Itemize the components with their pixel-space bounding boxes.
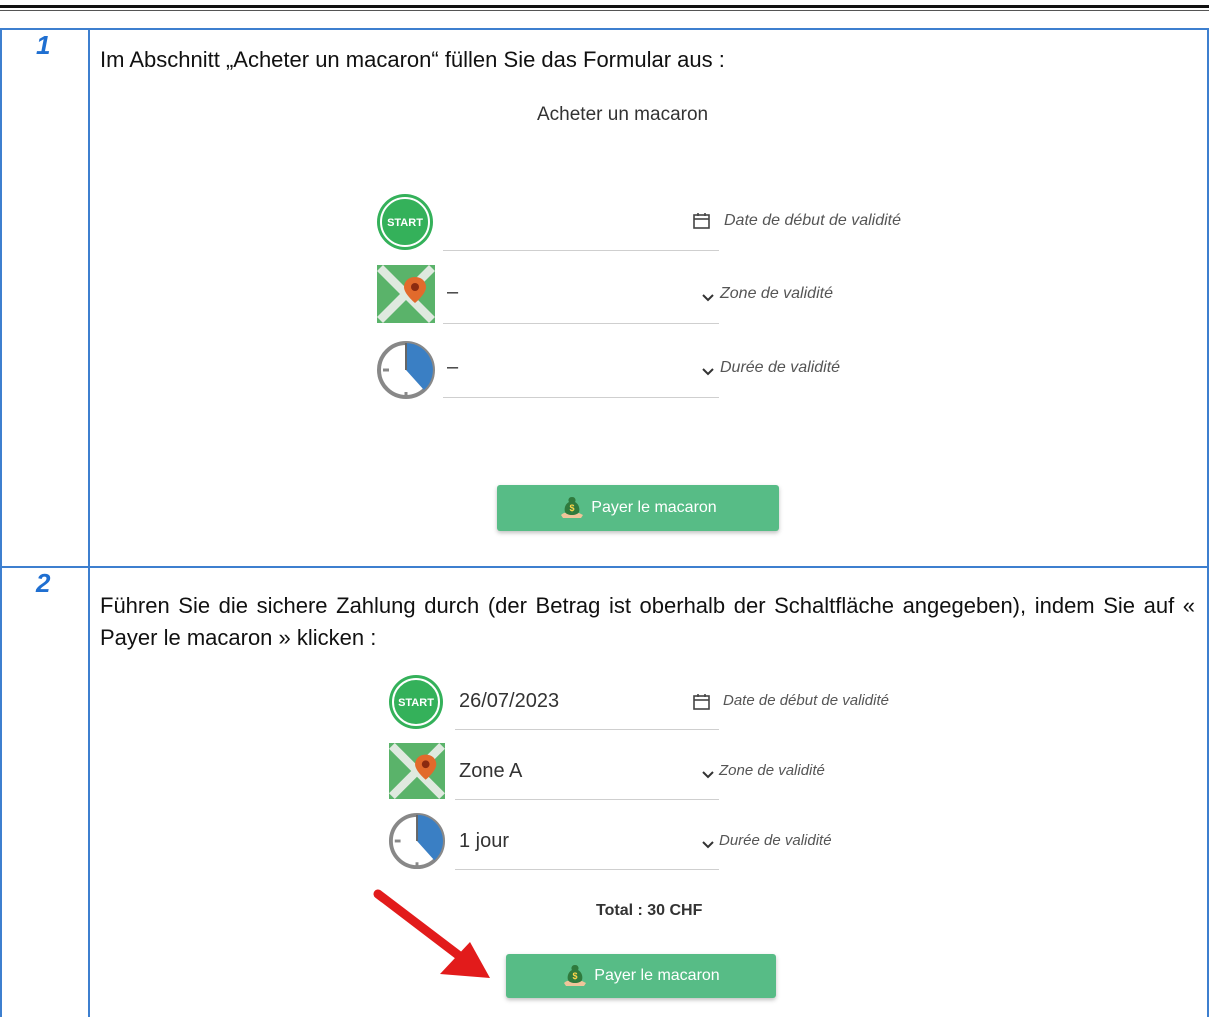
top-rule-thick <box>0 5 1209 8</box>
date-field-underline <box>443 250 719 251</box>
table-column-divider <box>88 28 90 1017</box>
duration-field-underline <box>455 869 719 870</box>
step-number: 2 <box>36 568 51 598</box>
map-pin-icon <box>377 265 435 323</box>
money-bag-icon: $ <box>562 961 588 992</box>
pay-macaron-button[interactable]: $ Payer le macaron <box>506 954 776 998</box>
duration-field-label: Durée de validité <box>719 832 832 849</box>
zone-field-value[interactable]: Zone A <box>459 760 522 783</box>
zone-field-underline <box>443 323 719 324</box>
table-top-border <box>0 28 1209 30</box>
step-instruction: Im Abschnitt „Acheter un macaron“ füllen… <box>100 47 725 72</box>
date-field-label: Date de début de validité <box>723 692 889 709</box>
clock-icon <box>388 812 446 870</box>
calendar-icon[interactable] <box>692 211 712 236</box>
pay-button-label: Payer le macaron <box>594 967 720 984</box>
duration-field-label: Durée de validité <box>720 359 841 376</box>
start-badge-icon: START <box>387 673 445 731</box>
date-field-underline <box>455 729 719 730</box>
date-field-value[interactable]: 26/07/2023 <box>459 690 559 713</box>
form-title: Acheter un macaron <box>537 104 709 125</box>
chevron-down-icon[interactable] <box>701 364 715 382</box>
chevron-down-icon[interactable] <box>701 767 715 785</box>
pay-button-label: Payer le macaron <box>591 499 717 516</box>
table-left-border <box>0 28 2 1017</box>
top-rule-thin <box>0 10 1209 11</box>
step-number: 1 <box>36 30 51 60</box>
duration-field-underline <box>443 397 719 398</box>
svg-text:$: $ <box>573 971 578 981</box>
zone-field-value[interactable]: – <box>447 281 458 304</box>
total-amount: Total : 30 CHF <box>596 902 703 919</box>
start-badge-text: START <box>398 697 434 709</box>
start-badge-icon: START <box>375 192 435 252</box>
calendar-icon[interactable] <box>692 692 712 717</box>
date-field-value[interactable] <box>447 208 717 234</box>
date-field-label: Date de début de validité <box>724 212 902 229</box>
duration-field-value[interactable]: 1 jour <box>459 830 509 853</box>
chevron-down-icon[interactable] <box>701 290 715 308</box>
svg-text:$: $ <box>570 503 575 513</box>
step-instruction: Führen Sie die sichere Zahlung durch (de… <box>100 593 1195 650</box>
chevron-down-icon[interactable] <box>701 837 715 855</box>
pay-macaron-button[interactable]: $ Payer le macaron <box>497 485 779 531</box>
zone-field-label: Zone de validité <box>720 285 833 302</box>
table-row-divider <box>0 566 1209 568</box>
clock-icon <box>376 340 436 400</box>
map-pin-icon <box>389 743 445 799</box>
red-arrow-icon <box>370 886 500 986</box>
zone-field-label: Zone de validité <box>719 762 825 779</box>
zone-field-underline <box>455 799 719 800</box>
money-bag-icon: $ <box>559 493 585 524</box>
duration-field-value[interactable]: – <box>447 356 458 379</box>
start-badge-text: START <box>387 217 423 229</box>
